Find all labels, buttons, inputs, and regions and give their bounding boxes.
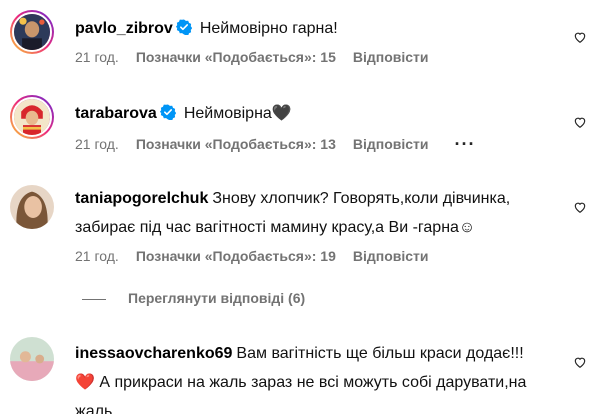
likes-count[interactable]: Позначки «Подобається»: 15 [136,49,336,65]
avatar[interactable] [10,10,54,54]
comment-time[interactable]: 21 год. [75,136,119,152]
avatar[interactable] [10,337,54,381]
comment-time[interactable]: 21 год. [75,248,119,264]
avatar-image [10,185,54,229]
comment-meta: 21 год. Позначки «Подобається»: 15 Відпові… [75,49,586,65]
reply-button[interactable]: Відповісти [353,49,429,65]
comment-text-line-1: Знову хлопчик? Говорять,коли дівчинка, [212,190,511,207]
avatar-image [14,99,50,135]
view-replies-button[interactable]: Переглянути відповіді (6) [82,290,305,306]
reply-button[interactable]: Відповісти [353,248,429,264]
avatar[interactable] [10,95,54,139]
heart-outline-icon[interactable] [573,30,587,44]
comment-time[interactable]: 21 год. [75,49,119,65]
username[interactable]: pavlo_zibrov [75,20,173,37]
comment-text: Неймовірна🖤 [183,105,292,122]
comment-meta: 21 год. Позначки «Подобається»: 19 Відпові… [75,248,586,264]
view-replies-label: Переглянути відповіді (6) [128,290,306,306]
reply-button[interactable]: Відповісти [353,136,429,152]
avatar[interactable] [10,185,54,229]
heart-outline-icon[interactable] [573,355,587,369]
comment-text-line-2: забирає під час вагітності мамину красу,… [75,219,476,236]
comment-meta: 21 год. Позначки «Подобається»: 13 Відпові… [75,134,586,155]
username[interactable]: taniapogorelchuk [75,190,208,207]
verified-badge-icon [175,19,192,35]
heart-outline-icon[interactable] [573,115,587,129]
comment-text-line-1: Вам вагітність ще більш краси додає!!! [236,345,524,362]
heart-outline-icon[interactable] [573,200,587,214]
comment-text: Неймовірно гарна! [199,20,338,37]
likes-count[interactable]: Позначки «Подобається»: 19 [136,248,336,264]
username[interactable]: tarabarova [75,105,157,122]
comment-text-line-3: жаль... [75,403,126,414]
likes-count[interactable]: Позначки «Подобається»: 13 [136,136,336,152]
more-options-icon[interactable]: ··· [455,134,476,155]
replies-divider [82,298,106,300]
username[interactable]: inessaovcharenko69 [75,345,232,362]
avatar-image [10,337,54,381]
comment-text-line-2: ❤️ А прикраси на жаль зараз не всі можут… [75,374,527,391]
avatar-image [14,14,50,50]
verified-badge-icon [159,104,176,120]
